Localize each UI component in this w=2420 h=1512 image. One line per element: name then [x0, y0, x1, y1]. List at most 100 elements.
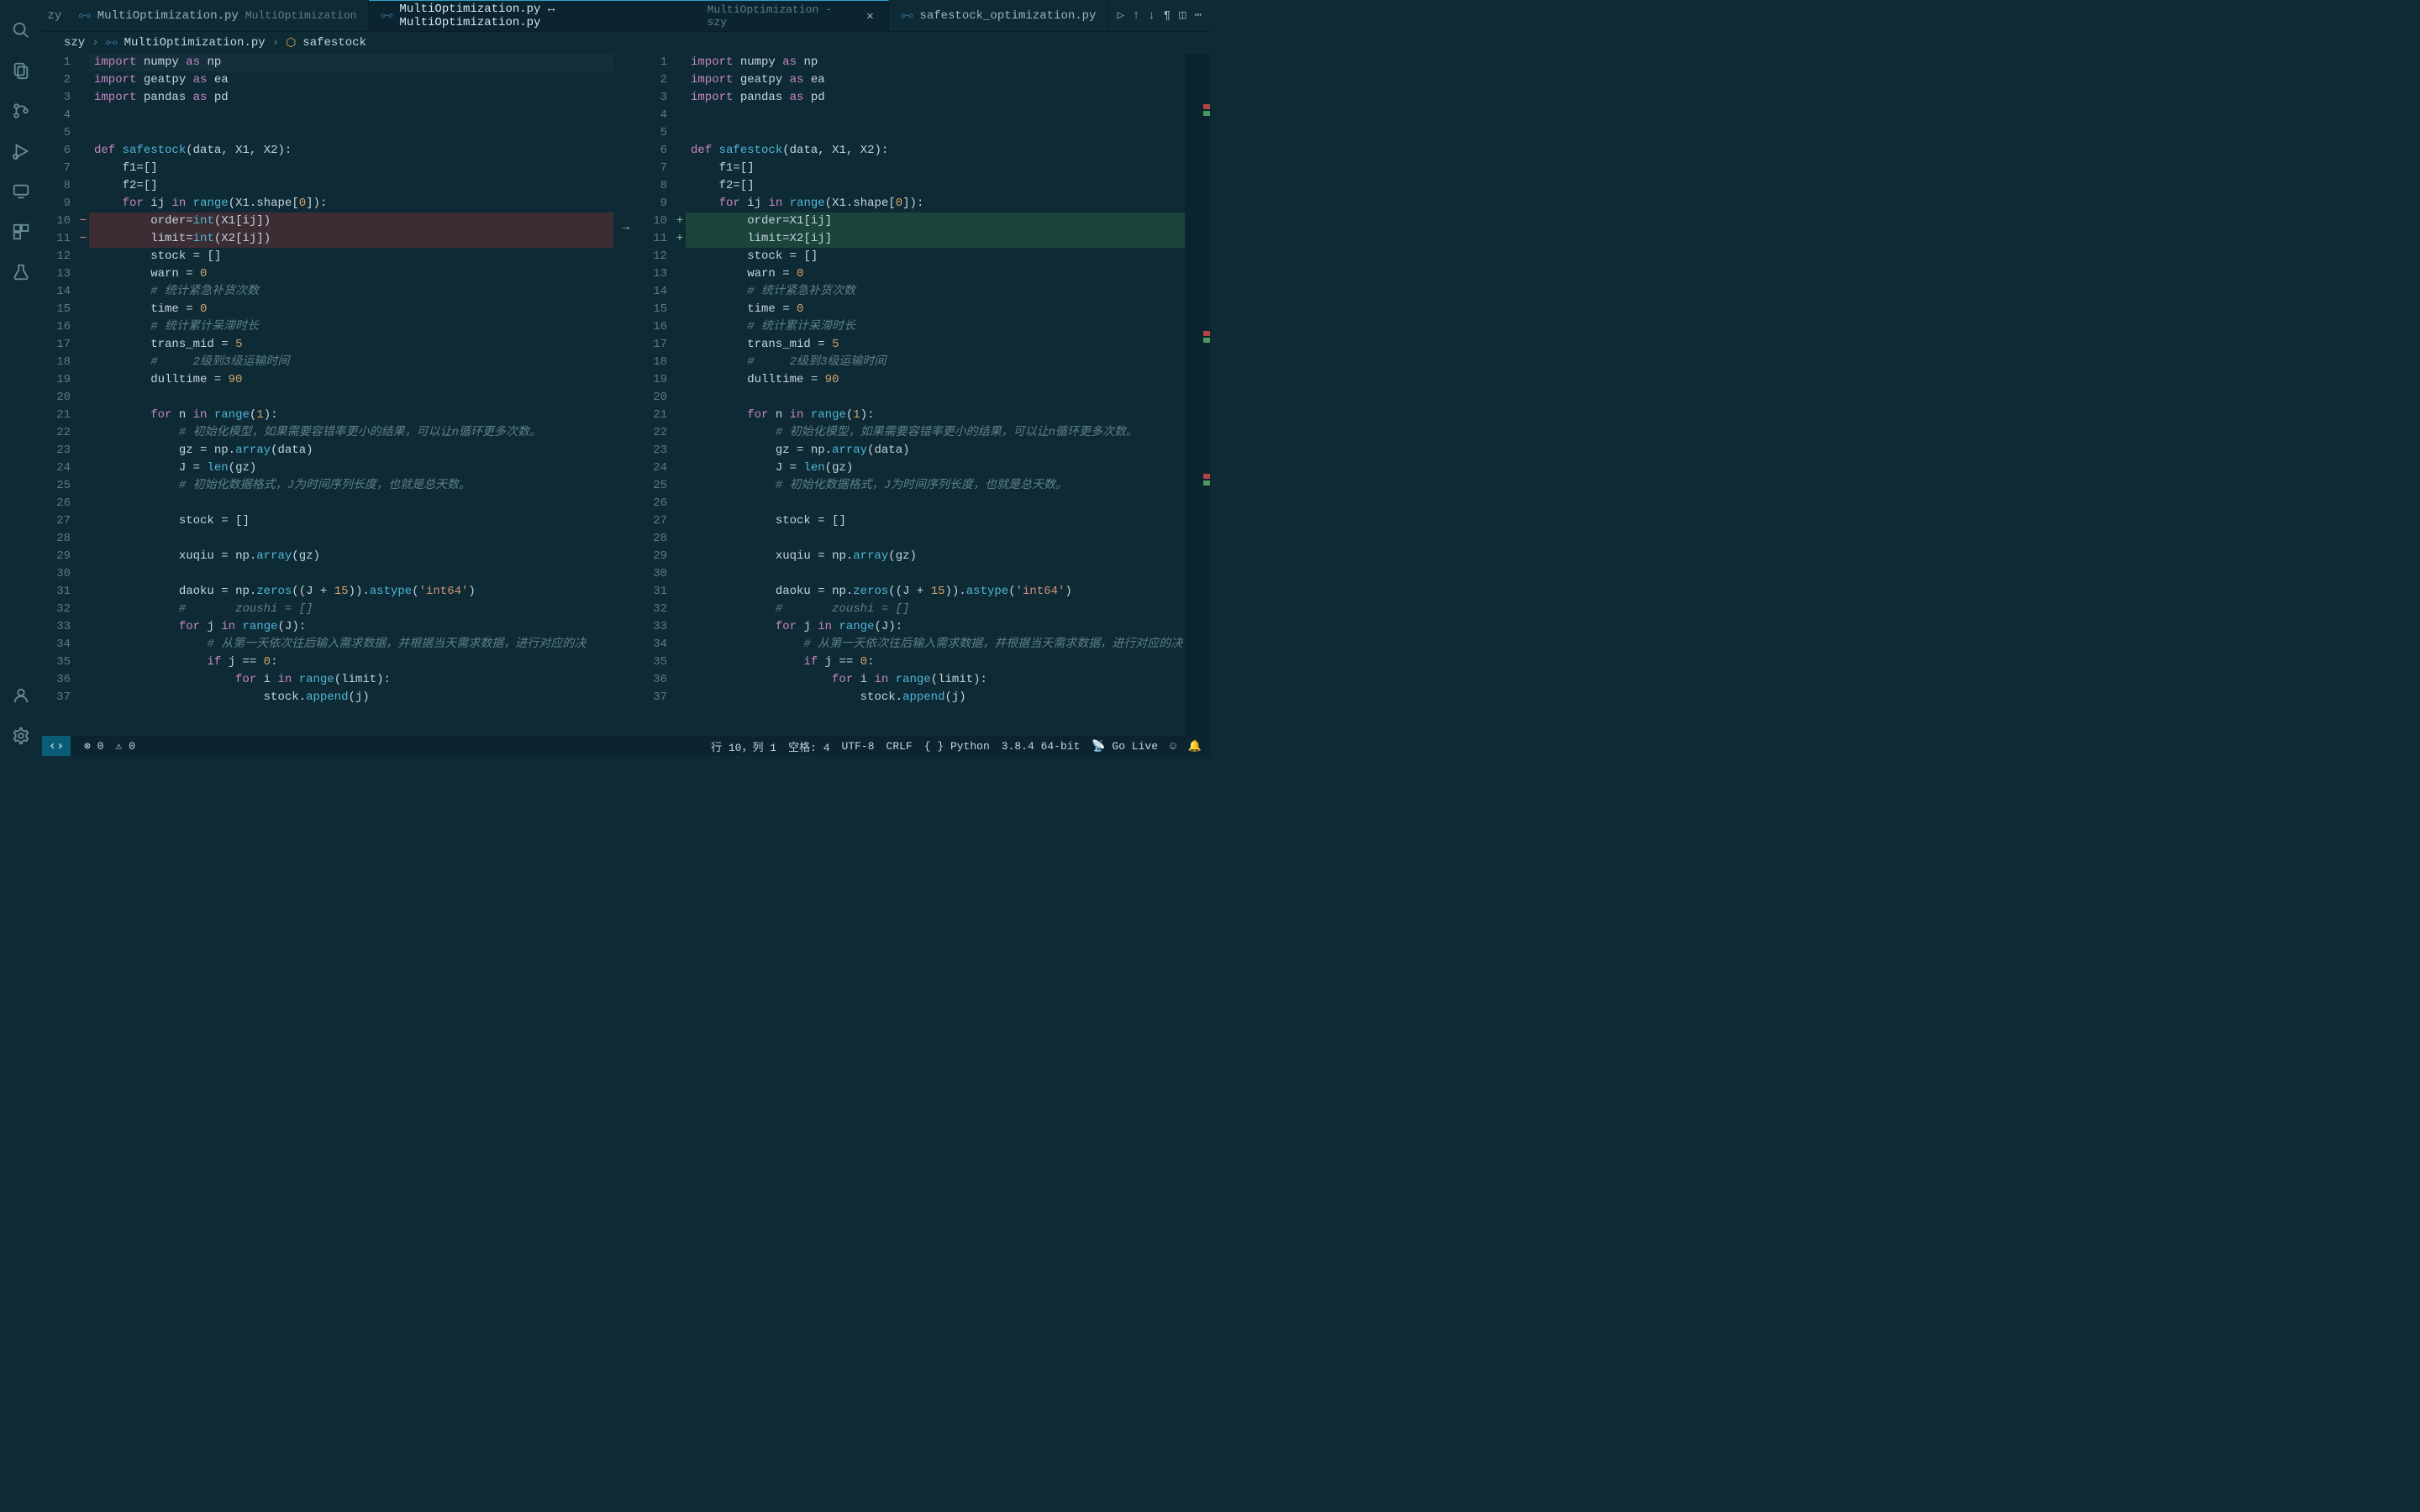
code-line[interactable]: [89, 389, 613, 407]
source-control-icon[interactable]: [9, 99, 33, 123]
code-right[interactable]: import numpy as npimport geatpy as eaimp…: [686, 54, 1185, 736]
code-line[interactable]: for i in range(limit):: [686, 671, 1185, 689]
code-line[interactable]: stock = []: [89, 512, 613, 530]
minimap[interactable]: [1185, 54, 1210, 736]
code-line[interactable]: def safestock(data, X1, X2):: [89, 142, 613, 160]
search-icon[interactable]: [9, 18, 33, 42]
more-icon[interactable]: ⋯: [1195, 8, 1202, 23]
code-line[interactable]: # 初始化模型，如果需要容错率更小的结果，可以让n循环更多次数。: [89, 424, 613, 442]
code-line[interactable]: dulltime = 90: [686, 371, 1185, 389]
code-line[interactable]: import pandas as pd: [89, 89, 613, 107]
code-line[interactable]: limit=X2[ij]: [686, 230, 1185, 248]
code-line[interactable]: [686, 530, 1185, 548]
status-warnings[interactable]: ⚠ 0: [115, 740, 134, 753]
code-line[interactable]: # 统计累计呆滞时长: [686, 318, 1185, 336]
breadcrumb[interactable]: szy › ⧟ MultiOptimization.py › ⬡ safesto…: [42, 32, 1210, 54]
code-left[interactable]: import numpy as npimport geatpy as eaimp…: [89, 54, 613, 736]
code-line[interactable]: # 从第一天依次往后输入需求数据，并根据当天需求数据，进行对应的决: [686, 636, 1185, 654]
code-line[interactable]: # 统计紧急补货次数: [89, 283, 613, 301]
code-line[interactable]: time = 0: [89, 301, 613, 318]
code-line[interactable]: trans_mid = 5: [89, 336, 613, 354]
code-line[interactable]: # zoushi = []: [89, 601, 613, 618]
code-line[interactable]: import pandas as pd: [686, 89, 1185, 107]
code-line[interactable]: [686, 565, 1185, 583]
code-line[interactable]: J = len(gz): [686, 459, 1185, 477]
code-line[interactable]: [89, 530, 613, 548]
code-line[interactable]: limit=int(X2[ij]): [89, 230, 613, 248]
code-line[interactable]: for n in range(1):: [89, 407, 613, 424]
next-change-icon[interactable]: ↓: [1148, 9, 1155, 23]
breadcrumb-symbol[interactable]: safestock: [302, 36, 366, 50]
status-language[interactable]: { } Python: [924, 740, 990, 753]
code-line[interactable]: stock = []: [686, 248, 1185, 265]
status-notifications-icon[interactable]: 🔔: [1188, 740, 1202, 753]
split-editor-icon[interactable]: ◫: [1179, 8, 1186, 23]
code-line[interactable]: order=int(X1[ij]): [89, 213, 613, 230]
status-go-live[interactable]: 📡 Go Live: [1092, 740, 1158, 753]
code-line[interactable]: for n in range(1):: [686, 407, 1185, 424]
code-line[interactable]: # 从第一天依次往后输入需求数据，并根据当天需求数据，进行对应的决: [89, 636, 613, 654]
status-eol[interactable]: CRLF: [886, 740, 913, 753]
code-line[interactable]: if j == 0:: [686, 654, 1185, 671]
code-line[interactable]: # 初始化数据格式，J为时间序列长度，也就是总天数。: [686, 477, 1185, 495]
remote-indicator[interactable]: [42, 736, 71, 756]
run-icon[interactable]: ▷: [1117, 8, 1123, 23]
code-line[interactable]: import geatpy as ea: [89, 71, 613, 89]
code-line[interactable]: time = 0: [686, 301, 1185, 318]
diff-left-pane[interactable]: 1234567891011121314151617181920212223242…: [42, 54, 613, 736]
code-line[interactable]: # 2级到3级运输时间: [686, 354, 1185, 371]
code-line[interactable]: stock.append(j): [89, 689, 613, 706]
code-line[interactable]: [686, 495, 1185, 512]
tab-diff-multioptimization[interactable]: ⧟ MultiOptimization.py ↔ MultiOptimizati…: [369, 0, 889, 31]
code-line[interactable]: gz = np.array(data): [686, 442, 1185, 459]
code-line[interactable]: def safestock(data, X1, X2):: [686, 142, 1185, 160]
status-indent[interactable]: 空格: 4: [788, 738, 829, 754]
status-feedback-icon[interactable]: ☺: [1170, 740, 1176, 753]
code-line[interactable]: # 2级到3级运输时间: [89, 354, 613, 371]
tab-multioptimization[interactable]: ⧟ MultiOptimization.py MultiOptimization: [67, 0, 370, 31]
code-line[interactable]: if j == 0:: [89, 654, 613, 671]
code-line[interactable]: daoku = np.zeros((J + 15)).astype('int64…: [686, 583, 1185, 601]
code-line[interactable]: daoku = np.zeros((J + 15)).astype('int64…: [89, 583, 613, 601]
code-line[interactable]: # 统计紧急补货次数: [686, 283, 1185, 301]
status-python-interpreter[interactable]: 3.8.4 64-bit: [1002, 740, 1081, 753]
code-line[interactable]: stock.append(j): [686, 689, 1185, 706]
status-errors[interactable]: ⊗ 0: [84, 740, 103, 753]
code-line[interactable]: J = len(gz): [89, 459, 613, 477]
extensions-icon[interactable]: [9, 220, 33, 244]
code-line[interactable]: dulltime = 90: [89, 371, 613, 389]
code-line[interactable]: f1=[]: [89, 160, 613, 177]
code-line[interactable]: # 初始化数据格式，J为时间序列长度，也就是总天数。: [89, 477, 613, 495]
code-line[interactable]: # zoushi = []: [686, 601, 1185, 618]
code-line[interactable]: [89, 124, 613, 142]
code-line[interactable]: [686, 124, 1185, 142]
code-line[interactable]: [89, 107, 613, 124]
code-line[interactable]: stock = []: [686, 512, 1185, 530]
code-line[interactable]: [686, 389, 1185, 407]
code-line[interactable]: for i in range(limit):: [89, 671, 613, 689]
code-line[interactable]: [89, 565, 613, 583]
code-line[interactable]: xuqiu = np.array(gz): [89, 548, 613, 565]
code-line[interactable]: trans_mid = 5: [686, 336, 1185, 354]
settings-gear-icon[interactable]: [9, 724, 33, 748]
diff-action-arrow[interactable]: →: [613, 54, 639, 736]
code-line[interactable]: for ij in range(X1.shape[0]):: [686, 195, 1185, 213]
breadcrumb-folder[interactable]: szy: [64, 36, 85, 50]
prev-change-icon[interactable]: ↑: [1133, 9, 1139, 23]
code-line[interactable]: gz = np.array(data): [89, 442, 613, 459]
test-icon[interactable]: [9, 260, 33, 284]
code-line[interactable]: import geatpy as ea: [686, 71, 1185, 89]
status-cursor-pos[interactable]: 行 10，列 1: [711, 738, 776, 754]
breadcrumb-file[interactable]: MultiOptimization.py: [124, 36, 266, 50]
remote-explorer-icon[interactable]: [9, 180, 33, 203]
code-line[interactable]: [89, 495, 613, 512]
code-line[interactable]: f2=[]: [89, 177, 613, 195]
diff-right-pane[interactable]: 1234567891011121314151617181920212223242…: [639, 54, 1210, 736]
code-line[interactable]: stock = []: [89, 248, 613, 265]
code-line[interactable]: xuqiu = np.array(gz): [686, 548, 1185, 565]
code-line[interactable]: import numpy as np: [89, 54, 613, 71]
code-line[interactable]: for j in range(J):: [89, 618, 613, 636]
status-encoding[interactable]: UTF-8: [842, 740, 875, 753]
code-line[interactable]: import numpy as np: [686, 54, 1185, 71]
close-icon[interactable]: ✕: [864, 9, 877, 23]
